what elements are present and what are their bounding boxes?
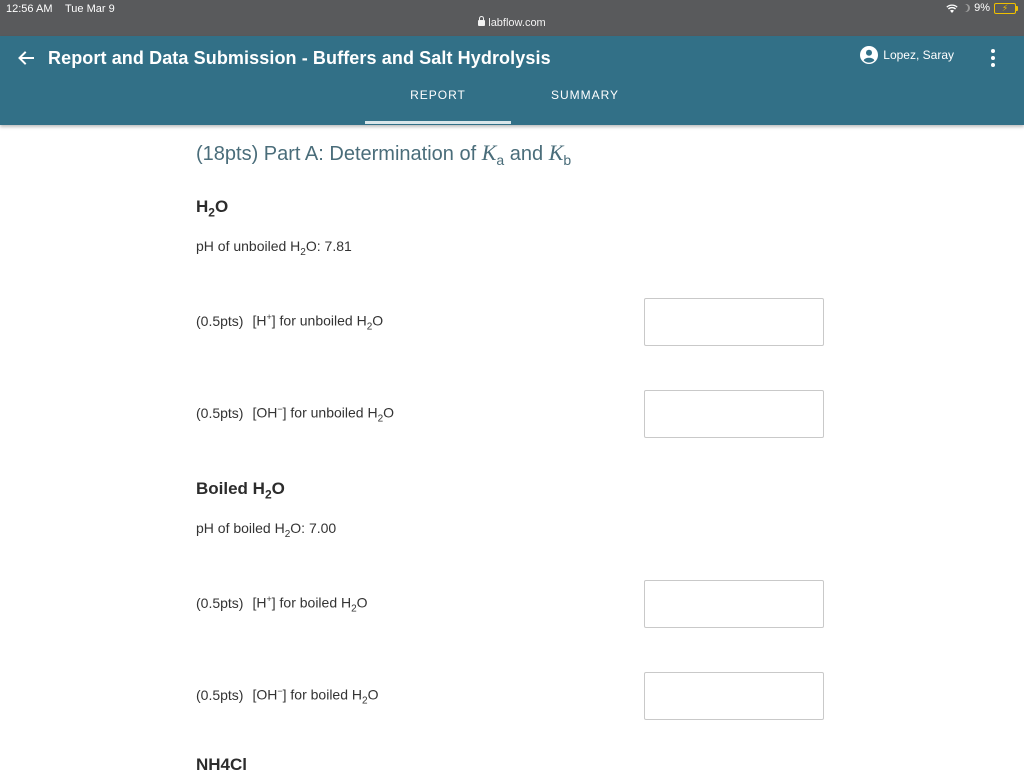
moon-icon — [962, 4, 970, 12]
ph-boiled: pH of boiled H2O: 7.00 — [196, 520, 337, 540]
answer-input-oh-unboiled[interactable] — [644, 390, 824, 438]
tab-active-indicator — [365, 121, 511, 124]
answer-input-h-boiled[interactable] — [644, 580, 824, 628]
status-bar: 12:56 AM Tue Mar 9 labflow.com 9% ⚡ — [0, 0, 1024, 36]
ph-unboiled: pH of unboiled H2O: 7.81 — [196, 238, 352, 258]
answer-input-oh-boiled[interactable] — [644, 672, 824, 720]
user-name: Lopez, Saray — [883, 48, 954, 62]
page-title: Report and Data Submission - Buffers and… — [48, 48, 551, 68]
account-circle-icon — [860, 46, 879, 64]
battery-charging-icon: ⚡ — [994, 2, 1018, 14]
section-heading-nh4cl: NH4Cl — [196, 755, 248, 774]
tab-summary[interactable]: SUMMARY — [512, 88, 658, 102]
back-arrow-icon[interactable] — [16, 48, 36, 68]
answer-input-h-unboiled[interactable] — [644, 298, 824, 346]
question-oh-boiled: (0.5pts) [OH−] for boiled H2O — [196, 686, 379, 707]
status-date: Tue Mar 9 — [65, 3, 115, 15]
battery-percent: 9% — [974, 2, 990, 14]
lock-icon — [478, 16, 486, 26]
more-options-icon[interactable] — [990, 49, 996, 67]
url-text: labflow.com — [488, 17, 546, 29]
section-heading-h2o: H2O — [196, 197, 229, 220]
question-oh-unboiled: (0.5pts) [OH−] for unboiled H2O — [196, 404, 395, 425]
tab-report[interactable]: REPORT — [365, 88, 511, 102]
status-time: 12:56 AM — [6, 3, 53, 15]
question-h-boiled: (0.5pts) [H+] for boiled H2O — [196, 594, 368, 615]
address-bar[interactable]: labflow.com — [0, 16, 1024, 29]
section-heading-boiled-h2o: Boiled H2O — [196, 479, 285, 502]
wifi-icon — [946, 4, 958, 13]
status-icons: 9% ⚡ — [946, 2, 1018, 14]
part-a-title: (18pts) Part A: Determination of Ka and … — [196, 140, 572, 168]
app-header: Report and Data Submission - Buffers and… — [0, 36, 1024, 125]
user-menu[interactable]: Lopez, Saray — [860, 46, 954, 64]
question-h-unboiled: (0.5pts) [H+] for unboiled H2O — [196, 312, 384, 333]
